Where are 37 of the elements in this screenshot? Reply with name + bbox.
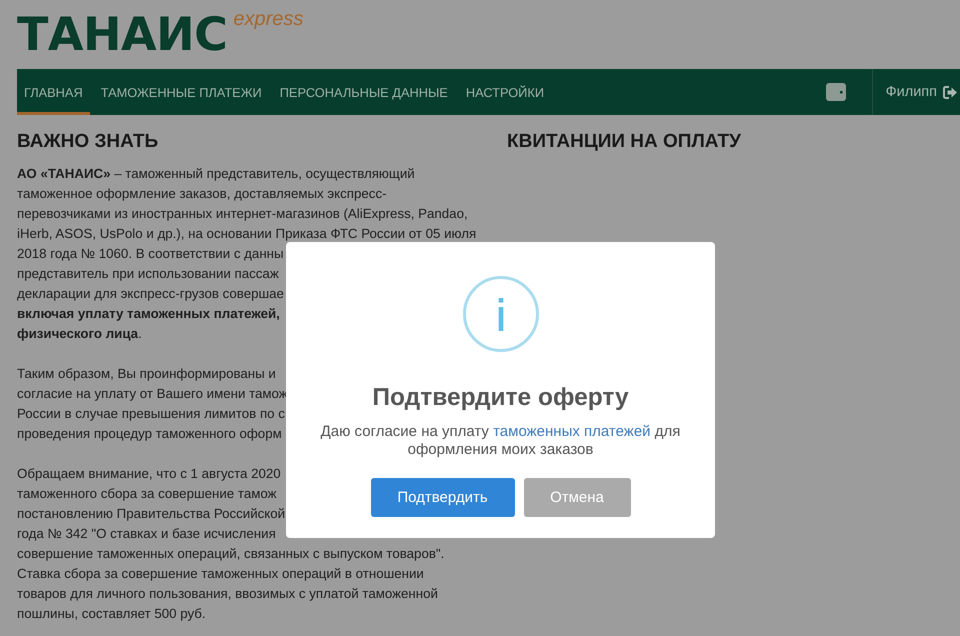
text-line: года № 342 "О ставках и базе исчисления bbox=[17, 525, 276, 543]
logo-wordmark[interactable]: ТАНАИС bbox=[17, 8, 228, 60]
dialog-title: Подтвердите оферту bbox=[372, 383, 629, 413]
nav-tab[interactable]: ГЛАВНАЯ bbox=[17, 69, 90, 115]
text-line: таможенное оформление заказов, доставляемых экспресс- bbox=[17, 185, 387, 203]
text-line: таможенного сбора за совершение тамож bbox=[17, 485, 277, 503]
text-line: 2018 года № 1060. В соответствии с данны bbox=[17, 245, 284, 263]
logo-tagline: express bbox=[233, 9, 304, 29]
wallet-icon[interactable] bbox=[826, 83, 846, 101]
text-line: согласие на уплату от Вашего имени тамож bbox=[17, 385, 288, 403]
text-line: совершение таможенных операций, связанных с выпуском товаров". bbox=[17, 545, 444, 563]
dialog-message: Даю согласие на уплату таможенных платежей для оформления моих заказов bbox=[320, 423, 682, 459]
customs-payments-link[interactable]: таможенных платежей bbox=[493, 423, 651, 440]
text-line: Обращаем внимание, что с 1 августа 2020 bbox=[17, 465, 281, 483]
user-menu[interactable]: Филипп bbox=[872, 84, 960, 100]
nav-tab[interactable]: НАСТРОЙКИ bbox=[458, 69, 552, 115]
text-line: АО «ТАНАИС» – таможенный представитель, осуществляющий bbox=[17, 165, 415, 183]
text-line: включая уплату таможенных платежей, bbox=[17, 305, 280, 323]
confirm-button[interactable]: Подтвердить bbox=[370, 478, 514, 517]
text-line: России в случае превышения лимитов по с bbox=[17, 405, 285, 423]
text-line: Таким образом, Вы проинформированы и bbox=[17, 365, 276, 383]
text-line: представитель при использовании пассаж bbox=[17, 265, 279, 283]
text-line: декларации для экспресс-грузов совершае bbox=[17, 285, 284, 303]
text-line: постановлению Правительства Российской bbox=[17, 505, 286, 523]
text-line: товаров для личного пользования, ввозимых с уплатой таможенной bbox=[17, 585, 438, 603]
text-line: пошлины, составляет 500 руб. bbox=[17, 605, 206, 623]
section-heading: КВИТАНЦИИ НА ОПЛАТУ bbox=[507, 131, 742, 153]
text-line: iHerb, ASOS, UsPolo и др.), на основании Приказа ФТС России от 05 июля bbox=[17, 225, 476, 243]
logout-icon bbox=[943, 86, 957, 98]
info-icon bbox=[462, 276, 538, 352]
text-line: проведения процедур таможенного оформ bbox=[17, 425, 282, 443]
text-line: Ставка сбора за совершение таможенных операций в отношении bbox=[17, 565, 424, 583]
text-line: перевозчиками из иностранных интернет-магазинов (AliExpress, Pandao, bbox=[17, 205, 468, 223]
nav-tab[interactable]: ТАМОЖЕННЫЕ ПЛАТЕЖИ bbox=[94, 69, 269, 115]
text-line: физического лица. bbox=[17, 325, 142, 343]
section-heading: ВАЖНО ЗНАТЬ bbox=[17, 131, 160, 153]
nav-tab[interactable]: ПЕРСОНАЛЬНЫЕ ДАННЫЕ bbox=[272, 69, 455, 115]
